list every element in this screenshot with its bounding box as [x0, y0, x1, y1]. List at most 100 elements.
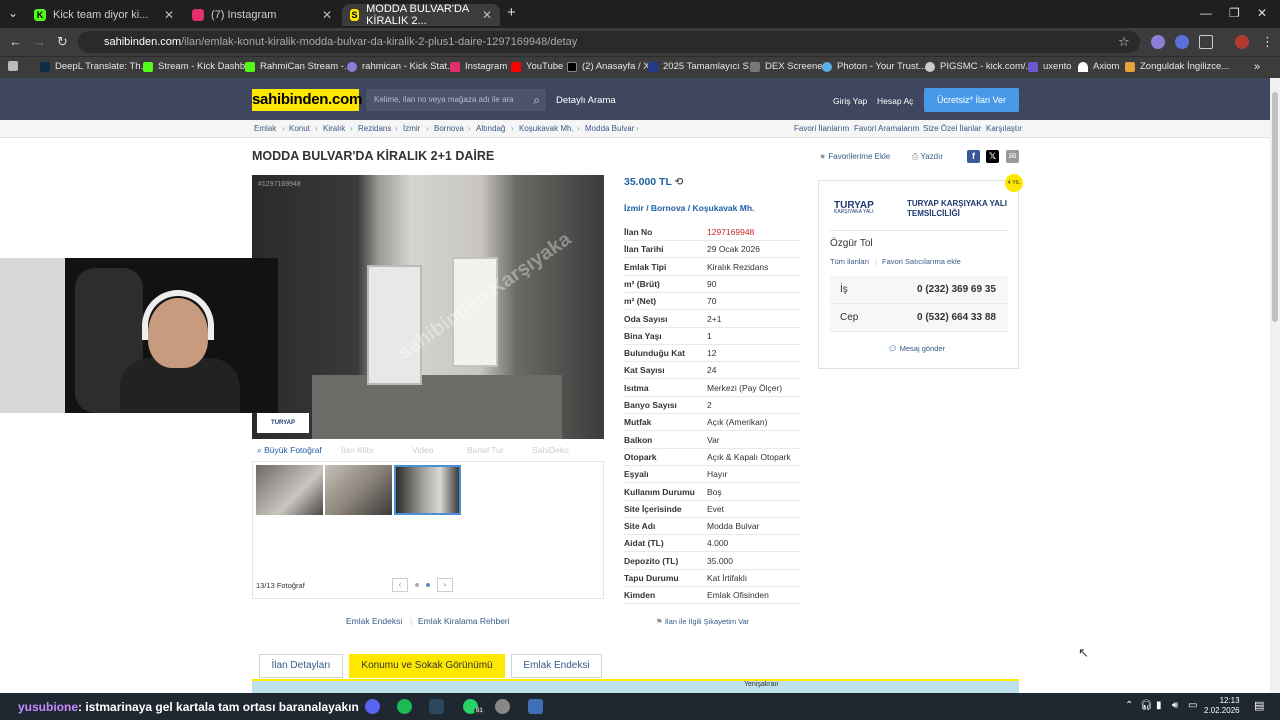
headset-icon[interactable]: 🎧︎ [1140, 700, 1153, 711]
bookmark-item[interactable]: DEX Screener [750, 61, 826, 72]
app-icon[interactable] [528, 699, 543, 714]
sahideko-button[interactable]: SahiDeko [532, 445, 569, 455]
x-share-icon[interactable]: 𝕏 [986, 150, 999, 163]
detailed-search-link[interactable]: Detaylı Arama [556, 95, 616, 106]
forward-icon[interactable]: → [33, 34, 46, 49]
new-tab-icon[interactable]: + [507, 4, 516, 21]
next-photo-button[interactable]: › [437, 578, 453, 592]
extension-icon[interactable] [1151, 35, 1165, 49]
bookmark-item[interactable]: uxento [1028, 61, 1072, 72]
breadcrumb-item[interactable]: Kiralık [323, 124, 345, 133]
extension-icon[interactable] [1175, 35, 1189, 49]
volume-icon[interactable]: 🔊︎ [1172, 700, 1178, 711]
tab-sahibinden[interactable]: S MODDA BULVAR'DA KİRALIK 2... ✕ [342, 3, 500, 27]
tab-kick[interactable]: K Kick team diyor ki... ✕ [26, 4, 182, 26]
bookmark-item[interactable]: PIGSMC - kick.com/... [925, 61, 1033, 72]
bookmark-item[interactable]: Photon - Your Trust... [822, 61, 926, 72]
large-photo-button[interactable]: ⌕ Büyük Fotoğraf [257, 445, 322, 456]
breadcrumb-item[interactable]: Emlak [254, 124, 276, 133]
more-bookmarks-icon[interactable]: » [1254, 61, 1260, 73]
favorite-ads-link[interactable]: Favori İlanlarım [794, 124, 849, 133]
reload-icon[interactable]: ↻ [57, 34, 68, 50]
bookmark-item[interactable]: (2) Anasayfa / X [567, 61, 650, 72]
thumbnail[interactable] [256, 465, 323, 515]
send-message-button[interactable]: 💬︎ Mesaj gönder [888, 344, 945, 353]
close-icon[interactable]: ✕ [322, 8, 332, 22]
tab-instagram[interactable]: (7) Instagram ✕ [184, 4, 340, 26]
extensions-puzzle-icon[interactable] [1199, 35, 1213, 49]
location-breadcrumb[interactable]: İzmir / Bornova / Koşukavak Mh. [624, 203, 754, 213]
history-icon[interactable]: ⟲ [675, 176, 684, 188]
prev-photo-button[interactable]: ‹ [392, 578, 408, 592]
back-icon[interactable]: ← [9, 34, 22, 49]
url-field[interactable]: sahibinden.com/ilan/emlak-konut-kiralik-… [78, 31, 1140, 53]
bookmark-item[interactable]: 2025 Tamamlayıcı S... [648, 61, 757, 72]
maximize-icon[interactable]: ❐ [1229, 6, 1240, 20]
special-ads-link[interactable]: Size Özel İlanlar [923, 124, 981, 133]
agency-logo[interactable]: TURYAP KARŞIYAKA YALI [834, 200, 900, 216]
breadcrumb-item[interactable]: Rezidans [358, 124, 391, 133]
rental-guide-link[interactable]: Emlak Kiralama Rehberi [418, 616, 510, 626]
bookmark-item[interactable]: RahmiCan Stream -... [245, 61, 352, 72]
pager-dot[interactable] [415, 583, 419, 587]
breadcrumb-item[interactable]: Bornova [434, 124, 464, 133]
tab-real-estate-index[interactable]: Emlak Endeksi [511, 654, 602, 678]
spotify-icon[interactable] [397, 699, 412, 714]
bookmark-star-icon[interactable]: ☆ [1118, 34, 1130, 50]
login-link[interactable]: Giriş Yap [833, 96, 867, 106]
facebook-share-icon[interactable]: f [967, 150, 980, 163]
breadcrumb-item[interactable]: İzmir [403, 124, 420, 133]
scrollbar-thumb[interactable] [1272, 92, 1278, 322]
breadcrumb-item[interactable]: Koşukavak Mh. [519, 124, 574, 133]
obs-icon[interactable] [495, 699, 510, 714]
bookmark-item[interactable]: Instagram [450, 61, 507, 72]
bookmark-item[interactable]: Axiom [1078, 61, 1119, 72]
menu-kebab-icon[interactable]: ⋮ [1261, 34, 1274, 50]
favorite-searches-link[interactable]: Favori Aramalarım [854, 124, 919, 133]
ad-clip-button[interactable]: İlan Klibi [341, 445, 373, 455]
usb-icon[interactable]: ▮ [1156, 700, 1162, 711]
minimize-icon[interactable]: — [1200, 6, 1212, 20]
bookmark-item[interactable]: rahmican - Kick Stat... [347, 61, 455, 72]
thumbnail[interactable] [325, 465, 392, 515]
tray-chevron-icon[interactable]: ⌃ [1125, 700, 1133, 711]
thumbnail-active[interactable] [394, 465, 461, 515]
main-photo[interactable]: #1297169948 sahibinden Karşıyaka TURYAP [252, 175, 604, 439]
close-icon[interactable]: ✕ [164, 8, 174, 22]
bookmark-item[interactable]: YouTube [511, 61, 563, 72]
post-ad-button[interactable]: Ücretsiz* İlan Ver [924, 88, 1019, 112]
discord-icon[interactable] [365, 699, 380, 714]
pager-dot-active[interactable] [426, 583, 430, 587]
window-close-icon[interactable]: ✕ [1257, 6, 1267, 20]
tab-location[interactable]: Konumu ve Sokak Görünümü [349, 654, 505, 678]
agency-name[interactable]: TURYAP KARŞIYAKA YALI TEMSİLCİLİĞİ [907, 199, 1012, 219]
print-button[interactable]: ⎙ Yazdır [912, 152, 943, 162]
search-icon[interactable]: ⌕ [533, 89, 540, 111]
close-icon[interactable]: ✕ [482, 8, 492, 22]
taskbar-clock[interactable]: 12:13 2.02.2026 [1204, 696, 1240, 716]
network-icon[interactable]: ▭ [1188, 700, 1197, 711]
site-logo[interactable]: sahibinden.com [252, 89, 362, 111]
tour-button[interactable]: Banaf Tur [467, 445, 504, 455]
search-input[interactable]: Kelime, ilan no veya mağaza adı ile ara … [366, 89, 546, 111]
steam-icon[interactable] [429, 699, 444, 714]
breadcrumb-item[interactable]: Altındağ [476, 124, 505, 133]
profile-avatar[interactable] [1235, 35, 1249, 49]
bookmark-item[interactable]: Zonguldak İngilizce... [1125, 61, 1229, 72]
breadcrumb-item[interactable]: Konut [289, 124, 310, 133]
video-button[interactable]: Video [412, 445, 434, 455]
real-estate-index-link[interactable]: Emlak Endeksi [346, 616, 402, 626]
map-preview[interactable]: Yenişakran [252, 679, 1019, 693]
breadcrumb-item[interactable]: Modda Bulvar [585, 124, 634, 133]
compare-link[interactable]: Karşılaştır [986, 124, 1022, 133]
add-favorite-button[interactable]: ★ Favorilerime Ekle [819, 152, 890, 161]
tab-search-icon[interactable]: ⌄ [8, 6, 18, 20]
bookmark-item[interactable]: DeepL Translate: Th... [40, 61, 148, 72]
all-ads-link[interactable]: Tüm ilanları [830, 257, 869, 266]
notification-icon[interactable]: ▤ [1254, 699, 1264, 712]
favorite-seller-link[interactable]: Favori Satıcılarıma ekle [882, 257, 961, 266]
tab-ad-details[interactable]: İlan Detayları [259, 654, 343, 678]
bookmark-item[interactable]: Stream - Kick Dashb... [143, 61, 253, 72]
email-share-icon[interactable]: ✉ [1006, 150, 1019, 163]
phone-number[interactable]: 0 (232) 369 69 35 [917, 276, 996, 304]
